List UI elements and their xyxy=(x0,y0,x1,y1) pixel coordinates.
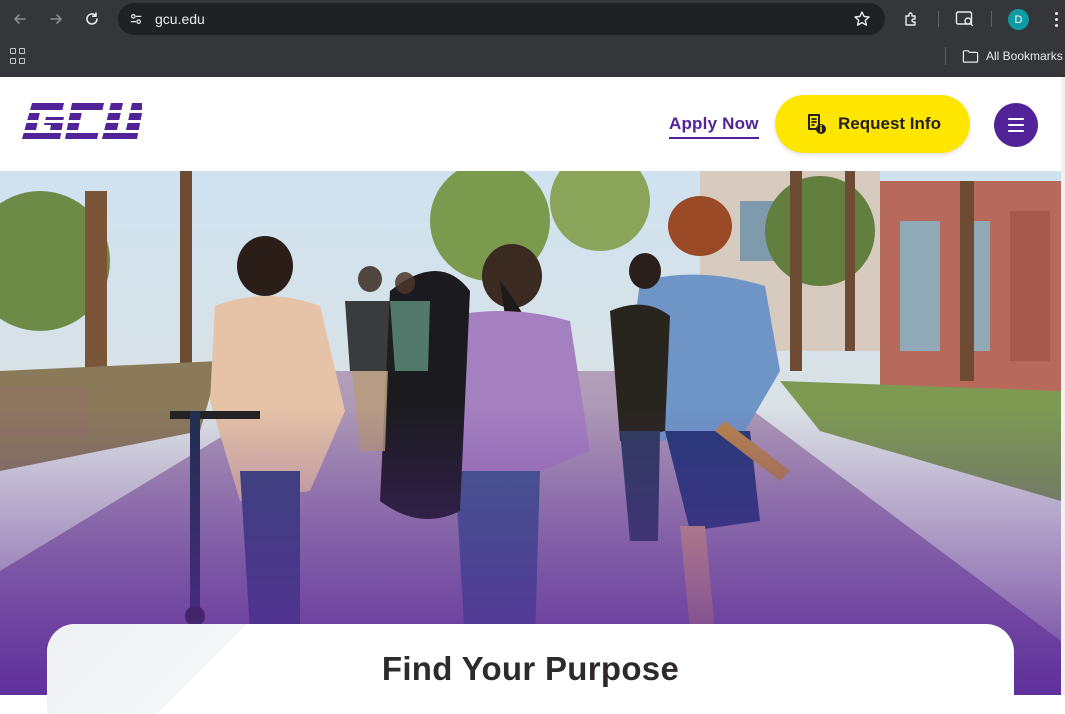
kebab-menu-icon[interactable] xyxy=(1048,9,1064,29)
toolbar-divider xyxy=(938,11,939,27)
hero-title: Find Your Purpose xyxy=(381,650,680,687)
extensions-icon[interactable] xyxy=(901,9,921,29)
toolbar-divider xyxy=(991,11,992,27)
back-icon[interactable] xyxy=(8,7,32,31)
site-header: Apply Now Request Info xyxy=(0,77,1061,171)
document-info-icon xyxy=(808,114,827,134)
request-info-button[interactable]: Request Info xyxy=(775,95,970,153)
star-icon[interactable] xyxy=(853,10,871,28)
hero-card: Find Your Purpose xyxy=(47,624,1014,714)
apply-now-link[interactable]: Apply Now xyxy=(669,114,759,139)
request-info-label: Request Info xyxy=(838,114,941,133)
hamburger-icon[interactable] xyxy=(994,103,1038,147)
hero-image xyxy=(0,171,1061,695)
reload-icon[interactable] xyxy=(80,7,104,31)
browser-chrome: gcu.edu D All Bookmarks xyxy=(0,0,1065,77)
apps-icon[interactable] xyxy=(10,48,26,64)
tab-search-icon[interactable] xyxy=(955,9,975,29)
all-bookmarks-label: All Bookmarks xyxy=(986,49,1063,63)
folder-icon xyxy=(962,50,979,63)
bookmarks-bar: All Bookmarks xyxy=(0,38,1065,77)
forward-icon[interactable] xyxy=(44,7,68,31)
url-text[interactable]: gcu.edu xyxy=(155,11,205,27)
scrollbar-track[interactable] xyxy=(1061,77,1065,695)
profile-avatar[interactable]: D xyxy=(1008,9,1029,30)
bookmarks-divider xyxy=(945,47,946,65)
address-bar[interactable]: gcu.edu xyxy=(118,3,885,35)
browser-toolbar: gcu.edu D xyxy=(0,0,1065,38)
gcu-logo[interactable] xyxy=(22,101,142,147)
site-info-icon[interactable] xyxy=(126,9,146,29)
all-bookmarks-button[interactable]: All Bookmarks xyxy=(962,47,1063,65)
